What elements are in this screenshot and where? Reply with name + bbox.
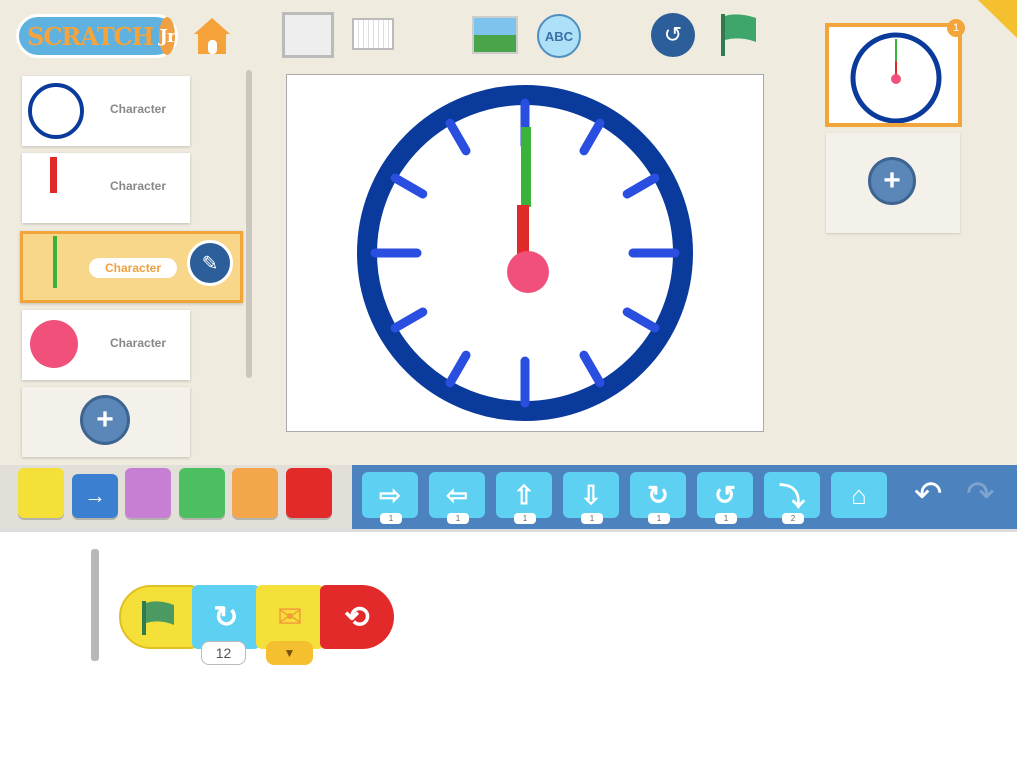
reset-characters-icon[interactable]: ↺	[651, 13, 695, 57]
logo-jr: Jr	[159, 17, 176, 55]
page-thumbnail-image	[850, 32, 942, 124]
repeat-turn-block[interactable]: ↻	[192, 585, 260, 649]
selected-sprite-preview	[91, 549, 99, 661]
category-motion[interactable]: →	[72, 474, 118, 518]
category-control[interactable]	[232, 468, 278, 518]
move-down-icon: ⇩	[580, 479, 602, 510]
go-home-icon: ⌂	[851, 479, 867, 510]
background-icon[interactable]	[472, 16, 518, 54]
sprite-thumbnail	[28, 83, 84, 139]
message-color-dropdown[interactable]: ▼	[266, 641, 313, 665]
move-right-icon: ⇨	[379, 479, 401, 510]
block-value: 2	[782, 513, 804, 524]
sprite-card[interactable]: Character	[22, 76, 190, 146]
paint-editor-icon[interactable]: ✎	[187, 240, 233, 286]
motion-block[interactable]: ⌂	[831, 472, 887, 518]
add-sprite-button[interactable]: +	[80, 395, 130, 445]
green-flag-icon[interactable]	[718, 12, 762, 58]
green-flag-trigger-block[interactable]	[119, 585, 197, 649]
turn-left-icon: ↺	[714, 479, 736, 510]
motion-block[interactable]: ⇦ 1	[429, 472, 485, 524]
motion-block[interactable]: ⇨ 1	[362, 472, 418, 524]
envelope-icon: ✉	[277, 600, 303, 634]
grid-icon[interactable]	[352, 18, 394, 50]
pink-center-circle	[507, 251, 549, 293]
full-screen-icon[interactable]	[282, 12, 334, 58]
category-triggering[interactable]	[18, 468, 64, 518]
add-page-button[interactable]: +	[868, 157, 916, 205]
block-value: 1	[648, 513, 670, 524]
text-icon[interactable]: ABC	[537, 14, 581, 58]
logo-text: SCRATCH	[27, 21, 154, 51]
block-value: 1	[380, 513, 402, 524]
scratchjr-logo: SCRATCH Jr	[16, 14, 178, 58]
sprite-thumbnail	[50, 157, 57, 193]
motion-block[interactable]: ⤵ 2	[764, 472, 820, 524]
sprite-card-selected[interactable]: Character ✎	[20, 231, 243, 303]
motion-block[interactable]: ⇧ 1	[496, 472, 552, 524]
page-thumbnail[interactable]	[825, 23, 962, 127]
block-value: 1	[514, 513, 536, 524]
category-end[interactable]	[286, 468, 332, 518]
red-hour-hand	[517, 205, 529, 257]
green-minute-hand	[521, 127, 531, 207]
repeat-forever-icon: ⟲	[344, 600, 370, 634]
move-up-icon: ⇧	[513, 479, 535, 510]
add-sprite-card: +	[22, 387, 190, 457]
hop-icon: ⤵	[778, 481, 805, 512]
motion-block[interactable]: ↺ 1	[697, 472, 753, 524]
motion-block[interactable]: ⇩ 1	[563, 472, 619, 524]
home-icon[interactable]	[190, 14, 234, 56]
sprite-card[interactable]: Character	[22, 153, 190, 223]
turn-right-icon: ↻	[647, 479, 669, 510]
green-flag-icon	[142, 601, 174, 635]
block-value: 1	[447, 513, 469, 524]
category-sound[interactable]	[179, 468, 225, 518]
stage[interactable]	[286, 74, 764, 432]
repeat-forever-block[interactable]: ⟲	[320, 585, 394, 649]
send-message-block[interactable]: ✉	[256, 585, 324, 649]
sprite-label: Character	[110, 102, 167, 116]
add-page-card: +	[826, 133, 960, 233]
sprite-label: Character	[110, 179, 167, 193]
move-left-icon: ⇦	[446, 479, 468, 510]
block-value: 1	[581, 513, 603, 524]
page-count-badge: 1	[947, 19, 965, 37]
sprite-label: Character	[110, 336, 167, 350]
clock-drawing	[357, 85, 693, 421]
sprite-list-scrollbar[interactable]	[246, 70, 252, 378]
sprite-label: Character	[89, 258, 178, 278]
sprite-card[interactable]: Character	[22, 310, 190, 380]
repeat-count-field[interactable]: 12	[201, 641, 246, 665]
sprite-thumbnail	[53, 236, 57, 288]
redo-button[interactable]: ↷	[966, 474, 995, 514]
motion-block[interactable]: ↻ 1	[630, 472, 686, 524]
block-value: 1	[715, 513, 737, 524]
category-looks[interactable]	[125, 468, 171, 518]
turn-right-icon: ↻	[213, 600, 239, 634]
sprite-thumbnail	[30, 320, 78, 368]
undo-button[interactable]: ↶	[914, 474, 943, 514]
